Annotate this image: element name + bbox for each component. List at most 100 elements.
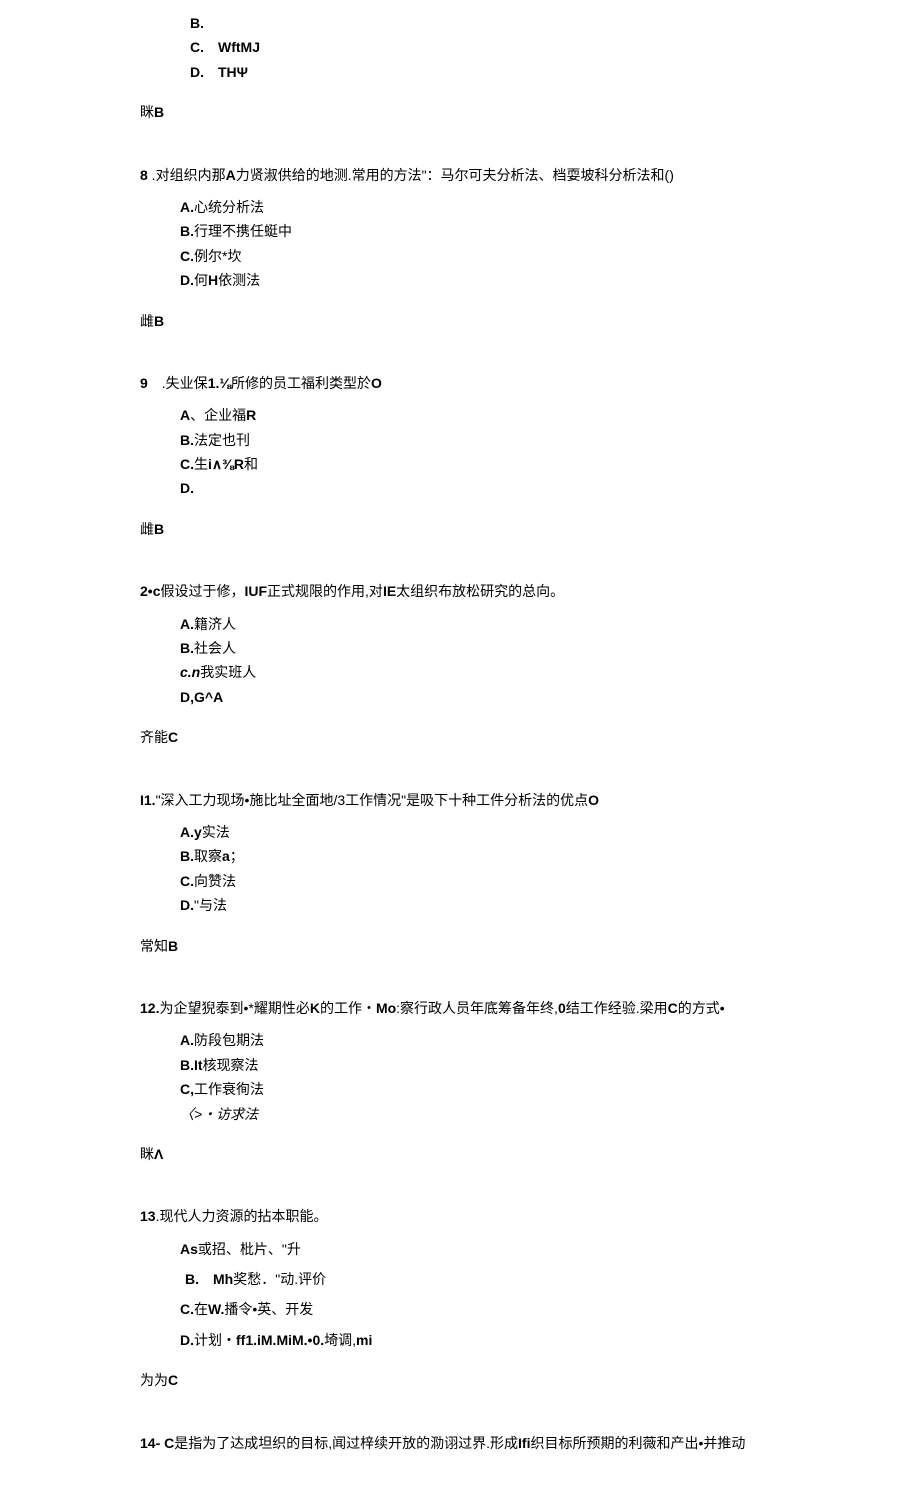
- text: 和: [244, 456, 258, 472]
- label: B.: [180, 640, 194, 656]
- q10-option-b: B.社会人: [140, 637, 780, 659]
- label: A.: [180, 199, 194, 215]
- q13-option-c: C.在W.播令•英、开发: [140, 1298, 780, 1320]
- text: 依测法: [218, 272, 260, 288]
- label: c.n: [180, 664, 200, 680]
- bold: mi: [356, 1332, 372, 1348]
- q7-answer: 眯B: [140, 101, 780, 123]
- q8-option-c: C.例尔*坎: [140, 245, 780, 267]
- text: 织目标所预期的利薇和产出•并推动: [530, 1435, 745, 1451]
- prefix: 雌: [140, 313, 154, 329]
- q9-option-b: B.法定也刊: [140, 429, 780, 451]
- label: As: [180, 1241, 198, 1257]
- q10-option-d: D,G^A: [140, 686, 780, 708]
- label: D.: [180, 897, 194, 913]
- text: 正式规限的作用,对: [267, 583, 383, 599]
- q9-option-c: C.生i∧⅜R和: [140, 453, 780, 475]
- label: B.: [180, 848, 194, 864]
- label: C.: [180, 873, 194, 889]
- text: 是指为了达成坦织的目标,闻过梓续开放的泐诩过界.形成: [174, 1435, 518, 1451]
- bold: H: [208, 272, 218, 288]
- q11-answer: 常知B: [140, 935, 780, 957]
- q10-answer: 齐能C: [140, 726, 780, 748]
- text: 心统分析法: [194, 199, 264, 215]
- bold: O: [588, 792, 599, 808]
- answer-letter: B: [154, 313, 164, 329]
- qnum: 9: [140, 375, 148, 391]
- qnum: 2•c: [140, 583, 160, 599]
- text: 〈>・访求法: [180, 1106, 258, 1122]
- text: 籍济人: [194, 616, 236, 632]
- label: D.: [180, 480, 194, 496]
- q9-question: 9 .失业保1.⅛所修的员工福利类型於O: [140, 372, 780, 394]
- text: B.: [190, 15, 204, 31]
- q8-option-d: D.何H依测法: [140, 269, 780, 291]
- bold: C: [668, 1000, 678, 1016]
- label: B. Mh: [185, 1271, 233, 1287]
- text: "深入工力现场•施比址全面地/3工作情况"是吸下十种工件分析法的优点: [156, 792, 589, 808]
- bold: IUF: [244, 583, 267, 599]
- text: 在: [194, 1301, 208, 1317]
- q8-question: 8 .对组织内那A力贤淑供给的地测.常用的方法"：马尔可夫分析法、档耍坡科分析法…: [140, 164, 780, 186]
- label: D.: [180, 272, 194, 288]
- answer-letter: B: [168, 938, 178, 954]
- text: 或招、枇片、"升: [198, 1241, 301, 1257]
- answer-letter: C: [168, 729, 178, 745]
- answer-letter: B: [154, 521, 164, 537]
- text: 埼调,: [324, 1332, 356, 1348]
- label: A.: [180, 1032, 194, 1048]
- q7-option-b: B.: [140, 12, 780, 34]
- qnum: 8: [140, 167, 148, 183]
- bold: 0: [558, 1000, 566, 1016]
- bold: Mo: [376, 1000, 396, 1016]
- qnum: 14- C: [140, 1435, 174, 1451]
- q10-question: 2•c假设过于修，IUF正式规限的作用,对IE太组织布放松研究的总向。: [140, 580, 780, 602]
- label: A.: [180, 616, 194, 632]
- qnum: 13: [140, 1208, 156, 1224]
- text: D. THΨ: [190, 64, 248, 80]
- q12-option-c: C,工作衰徇法: [140, 1078, 780, 1100]
- label: C.: [180, 456, 194, 472]
- label: D.: [180, 1332, 194, 1348]
- text: 的方式•: [678, 1000, 725, 1016]
- label: A: [180, 407, 190, 423]
- q13-option-a: As或招、枇片、"升: [140, 1238, 780, 1260]
- text: 所修的员工福利类型於: [231, 375, 371, 391]
- q8-option-b: B.行理不携任蜓中: [140, 220, 780, 242]
- label: A.y: [180, 824, 202, 840]
- answer-letter: C: [168, 1372, 178, 1388]
- q7-option-c: C. WftMJ: [140, 36, 780, 58]
- bold: R: [246, 407, 256, 423]
- q12-option-a: A.防段包期法: [140, 1029, 780, 1051]
- text: 力贤淑供给的地测.常用的方法"：马尔可夫分析法、档耍坡科分析法和(): [236, 167, 674, 183]
- text: 向赞法: [194, 873, 236, 889]
- q11-question: I1."深入工力现场•施比址全面地/3工作情况"是吸下十种工件分析法的优点O: [140, 789, 780, 811]
- label: B.It: [180, 1057, 203, 1073]
- text: .现代人力资源的拈本职能。: [156, 1208, 328, 1224]
- q7-option-d: D. THΨ: [140, 61, 780, 83]
- text: 播令•英、开发: [224, 1301, 313, 1317]
- bold: IE: [383, 583, 396, 599]
- prefix: 雌: [140, 521, 154, 537]
- q13-answer: 为为C: [140, 1369, 780, 1391]
- text: 、企业福: [190, 407, 246, 423]
- text: 法定也刊: [194, 432, 250, 448]
- bold: A: [226, 167, 236, 183]
- bold: O: [371, 375, 382, 391]
- prefix: 眯: [140, 1146, 154, 1162]
- q12-answer: 眯Λ: [140, 1143, 780, 1165]
- bold: W.: [208, 1301, 224, 1317]
- q13-question: 13.现代人力资源的拈本职能。: [140, 1205, 780, 1227]
- q13-option-d: D.计划・ff1.iM.MiM.•0.埼调,mi: [140, 1329, 780, 1351]
- q12-option-d: 〈>・访求法: [140, 1103, 780, 1125]
- q8-option-a: A.心统分析法: [140, 196, 780, 218]
- q12-question: 12.为企望猊泰到•*耀期性必K的工作・Mo:察行政人员年底筹备年终,0结工作经…: [140, 997, 780, 1019]
- q9-answer: 雌B: [140, 518, 780, 540]
- text: 实法: [202, 824, 230, 840]
- text: 行理不携任蜓中: [194, 223, 292, 239]
- text: 计划・: [194, 1332, 236, 1348]
- text: .失业保: [148, 375, 208, 391]
- q13-option-b: B. Mh奖愁．"动.评价: [140, 1268, 780, 1290]
- q9-option-d: D.: [140, 477, 780, 499]
- q9-option-a: A、企业福R: [140, 404, 780, 426]
